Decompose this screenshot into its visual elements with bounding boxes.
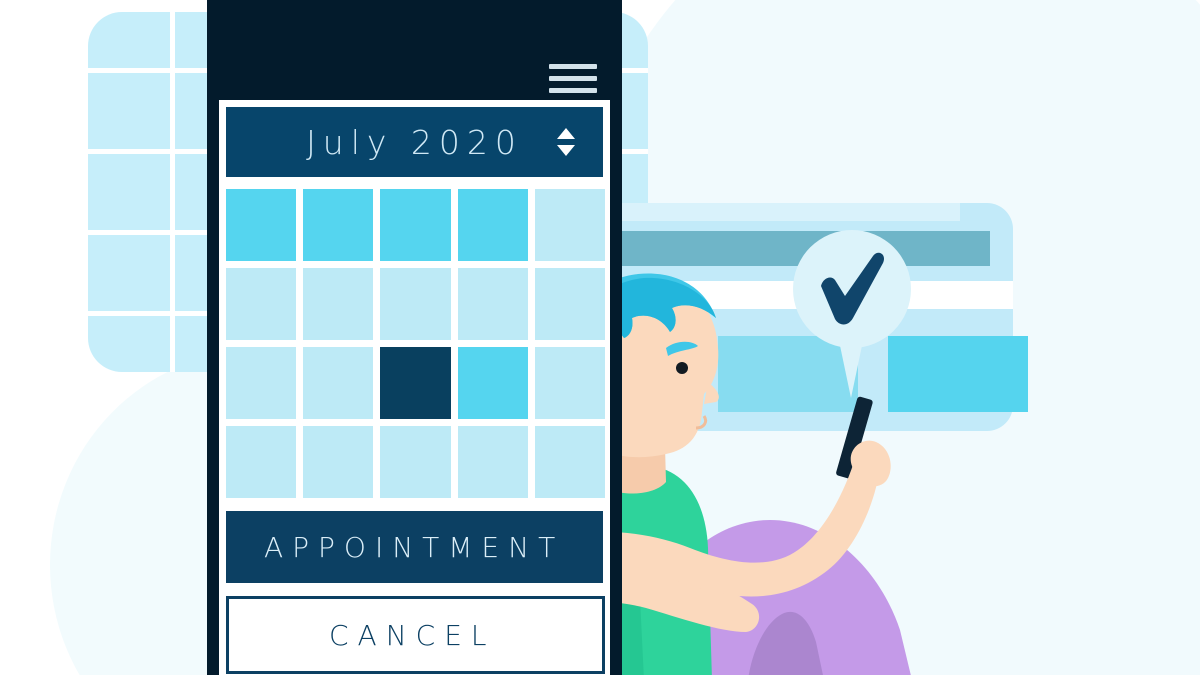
- appointment-button[interactable]: APPOINTMENT: [226, 511, 603, 583]
- phone-device: July 2020 APPOINTMENT CANCEL: [207, 0, 622, 675]
- eye: [676, 362, 688, 374]
- calendar-day[interactable]: [303, 426, 374, 498]
- calendar-day[interactable]: [534, 189, 605, 261]
- calendar-day[interactable]: [534, 426, 605, 498]
- phone-screen: July 2020 APPOINTMENT CANCEL: [219, 100, 610, 675]
- month-stepper[interactable]: [557, 128, 575, 156]
- month-selector[interactable]: July 2020: [226, 107, 603, 177]
- info-card-top-strip: [620, 203, 960, 221]
- calendar-day[interactable]: [457, 347, 528, 419]
- hamburger-icon[interactable]: [549, 64, 597, 94]
- calendar-day[interactable]: [226, 268, 297, 340]
- cancel-button-label: CANCEL: [329, 618, 496, 652]
- month-label: July 2020: [306, 122, 523, 162]
- caret-up-icon[interactable]: [557, 128, 575, 139]
- illustration-canvas: July 2020 APPOINTMENT CANCEL: [0, 0, 1200, 675]
- calendar-day[interactable]: [303, 189, 374, 261]
- calendar-day[interactable]: [303, 347, 374, 419]
- caret-down-icon[interactable]: [557, 145, 575, 156]
- appointment-button-label: APPOINTMENT: [264, 530, 565, 564]
- hand: [850, 440, 891, 487]
- calendar-day[interactable]: [303, 268, 374, 340]
- calendar-day[interactable]: [226, 426, 297, 498]
- calendar-day[interactable]: [380, 189, 451, 261]
- calendar-day[interactable]: [380, 268, 451, 340]
- calendar-grid[interactable]: [226, 189, 605, 498]
- calendar-day-selected[interactable]: [380, 347, 451, 419]
- calendar-day[interactable]: [226, 189, 297, 261]
- calendar-day[interactable]: [534, 268, 605, 340]
- calendar-day[interactable]: [380, 426, 451, 498]
- calendar-day[interactable]: [226, 347, 297, 419]
- calendar-day[interactable]: [457, 189, 528, 261]
- calendar-day[interactable]: [457, 426, 528, 498]
- calendar-day[interactable]: [457, 268, 528, 340]
- cancel-button[interactable]: CANCEL: [226, 596, 605, 674]
- calendar-day[interactable]: [534, 347, 605, 419]
